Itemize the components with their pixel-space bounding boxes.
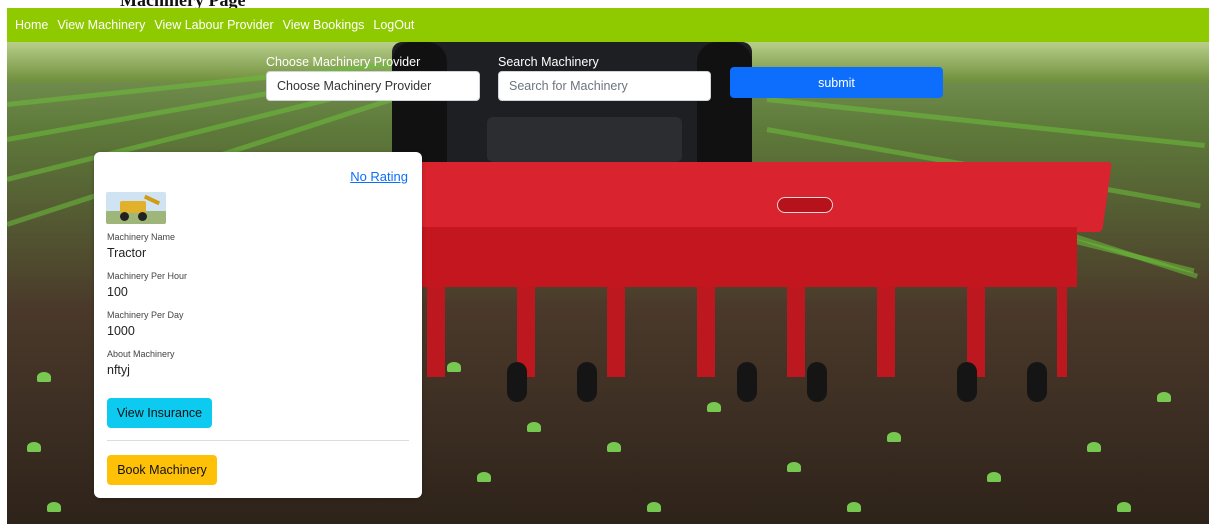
gauge-wheel [577, 362, 597, 402]
search-machinery-input[interactable] [498, 71, 711, 101]
loader-wheel [120, 212, 129, 221]
backhoe-loader-image [106, 192, 166, 224]
plant [527, 422, 541, 432]
rating-link[interactable]: No Rating [350, 169, 408, 184]
tractor-hood [487, 117, 682, 162]
plant [477, 472, 491, 482]
field-per-day: Machinery Per Day 1000 [107, 310, 184, 338]
field-value: 100 [107, 285, 128, 299]
field-about: About Machinery nftyj [107, 349, 175, 377]
gauge-wheel [737, 362, 757, 402]
loader-wheel [138, 212, 147, 221]
plant [1087, 442, 1101, 452]
gauge-wheel [807, 362, 827, 402]
gauge-wheel [507, 362, 527, 402]
plant [707, 402, 721, 412]
plant [787, 462, 801, 472]
book-machinery-button[interactable]: Book Machinery [107, 455, 217, 485]
plant [1117, 502, 1131, 512]
field-label: Machinery Per Day [107, 310, 184, 320]
view-insurance-button[interactable]: View Insurance [107, 398, 212, 428]
gauge-wheel [1027, 362, 1047, 402]
machinery-card: No Rating Machinery Name Tractor Machine… [94, 152, 422, 498]
top-navbar: Home View Machinery View Labour Provider… [7, 8, 1209, 42]
plant [37, 372, 51, 382]
nav-view-labour-provider[interactable]: View Labour Provider [154, 18, 273, 32]
plant [847, 502, 861, 512]
field-per-hour: Machinery Per Hour 100 [107, 271, 187, 299]
divider [107, 440, 409, 441]
nav-logout[interactable]: LogOut [373, 18, 414, 32]
field-label: About Machinery [107, 349, 175, 359]
brand-logo [777, 197, 833, 213]
field-machinery-name: Machinery Name Tractor [107, 232, 175, 260]
field-label: Machinery Per Hour [107, 271, 188, 281]
red-implement [332, 162, 1112, 232]
plant [607, 442, 621, 452]
field-value: 1000 [107, 324, 135, 338]
provider-select[interactable]: Choose Machinery Provider [266, 71, 480, 101]
plant [1157, 392, 1171, 402]
nav-home[interactable]: Home [15, 18, 48, 32]
field-label: Machinery Name [107, 232, 176, 242]
plant [647, 502, 661, 512]
nav-view-machinery[interactable]: View Machinery [57, 18, 145, 32]
plant [887, 432, 901, 442]
nav-view-bookings[interactable]: View Bookings [283, 18, 365, 32]
red-implement-frame [417, 227, 1077, 287]
plant [27, 442, 41, 452]
loader-arm [143, 194, 161, 206]
field-value: Tractor [107, 246, 147, 260]
page-title: Machinery Page [120, 0, 245, 8]
plant [47, 502, 61, 512]
page-title-strip: Machinery Page [0, 0, 1209, 8]
field-value: nftyj [107, 363, 130, 377]
gauge-wheel [957, 362, 977, 402]
submit-button[interactable]: submit [730, 67, 943, 98]
plant [987, 472, 1001, 482]
